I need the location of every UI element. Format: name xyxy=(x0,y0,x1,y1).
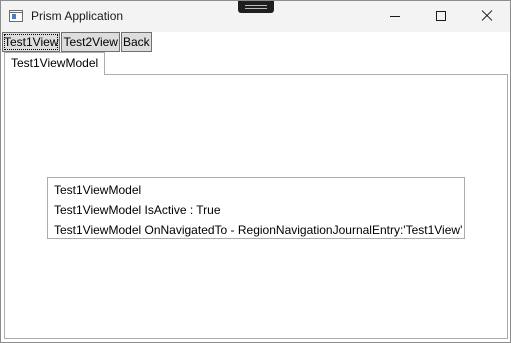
list-item[interactable]: Test1ViewModel OnNavigatedTo - RegionNav… xyxy=(54,220,464,240)
tab-test1viewmodel[interactable]: Test1ViewModel xyxy=(4,52,106,75)
minimize-icon xyxy=(390,16,400,17)
window-title: Prism Application xyxy=(31,9,124,23)
snap-grip-handle[interactable] xyxy=(238,1,274,13)
app-window: Prism Application Test1View Test2View Ba… xyxy=(0,0,511,343)
test1view-button[interactable]: Test1View xyxy=(2,32,61,52)
close-icon xyxy=(481,10,493,22)
maximize-icon xyxy=(436,11,446,21)
window-app-icon xyxy=(9,10,23,22)
test2view-button[interactable]: Test2View xyxy=(61,32,120,52)
minimize-button[interactable] xyxy=(372,1,418,32)
navigation-toolbar: Test1View Test2View Back xyxy=(2,32,153,52)
back-button[interactable]: Back xyxy=(120,32,152,52)
list-item[interactable]: Test1ViewModel xyxy=(54,180,464,200)
title-bar[interactable]: Prism Application xyxy=(1,1,510,32)
log-list[interactable]: Test1ViewModel Test1ViewModel IsActive :… xyxy=(47,177,465,239)
list-item[interactable]: Test1ViewModel IsActive : True xyxy=(54,200,464,220)
close-button[interactable] xyxy=(464,1,510,32)
maximize-button[interactable] xyxy=(418,1,464,32)
tab-strip: Test1ViewModel xyxy=(2,52,511,75)
